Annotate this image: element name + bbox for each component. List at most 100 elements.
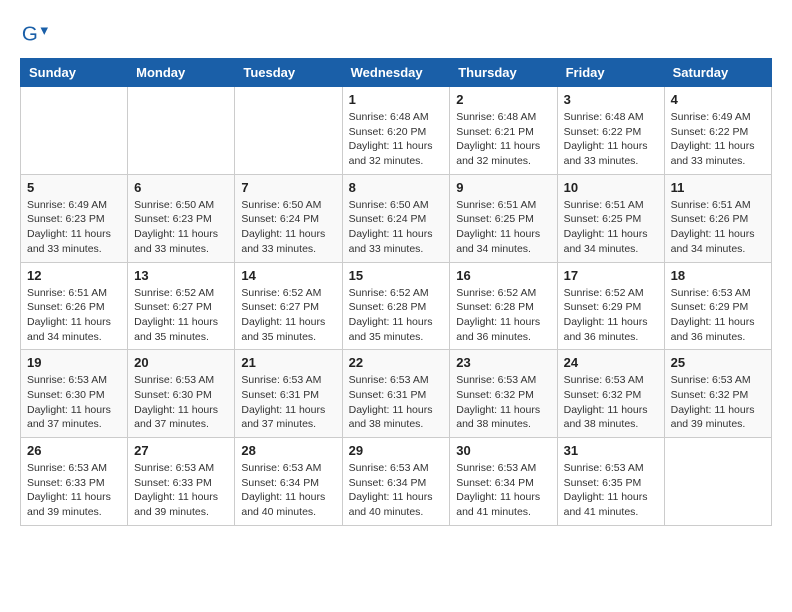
day-number: 16	[456, 268, 550, 283]
day-cell-28: 28 Sunrise: 6:53 AM Sunset: 6:34 PM Dayli…	[235, 438, 342, 526]
week-row-2: 5 Sunrise: 6:49 AM Sunset: 6:23 PM Daylig…	[21, 174, 772, 262]
day-number: 28	[241, 443, 335, 458]
day-cell-20: 20 Sunrise: 6:53 AM Sunset: 6:30 PM Dayli…	[128, 350, 235, 438]
day-info: Sunrise: 6:53 AM Sunset: 6:35 PM Dayligh…	[564, 461, 658, 520]
day-cell-1: 1 Sunrise: 6:48 AM Sunset: 6:20 PM Daylig…	[342, 87, 450, 175]
day-number: 27	[134, 443, 228, 458]
day-number: 7	[241, 180, 335, 195]
day-number: 29	[349, 443, 444, 458]
col-header-saturday: Saturday	[664, 59, 771, 87]
day-info: Sunrise: 6:53 AM Sunset: 6:32 PM Dayligh…	[456, 373, 550, 432]
col-header-friday: Friday	[557, 59, 664, 87]
day-cell-22: 22Sunrise: 6:53 AM Sunset: 6:31 PM Dayli…	[342, 350, 450, 438]
day-info: Sunrise: 6:53 AM Sunset: 6:30 PM Dayligh…	[134, 373, 228, 432]
day-info: Sunrise: 6:53 AM Sunset: 6:33 PM Dayligh…	[134, 461, 228, 520]
day-info: Sunrise: 6:53 AM Sunset: 6:31 PM Dayligh…	[241, 373, 335, 432]
day-cell-13: 13 Sunrise: 6:52 AM Sunset: 6:27 PM Dayli…	[128, 262, 235, 350]
day-info: Sunrise: 6:53 AM Sunset: 6:29 PM Dayligh…	[671, 286, 765, 345]
col-header-tuesday: Tuesday	[235, 59, 342, 87]
day-cell-3: 3 Sunrise: 6:48 AM Sunset: 6:22 PM Daylig…	[557, 87, 664, 175]
day-cell-6: 6 Sunrise: 6:50 AM Sunset: 6:23 PM Daylig…	[128, 174, 235, 262]
day-cell-8: 8Sunrise: 6:50 AM Sunset: 6:24 PM Daylig…	[342, 174, 450, 262]
day-cell-19: 19 Sunrise: 6:53 AM Sunset: 6:30 PM Dayli…	[21, 350, 128, 438]
day-cell-14: 14Sunrise: 6:52 AM Sunset: 6:27 PM Dayli…	[235, 262, 342, 350]
empty-cell	[235, 87, 342, 175]
day-info: Sunrise: 6:49 AM Sunset: 6:22 PM Dayligh…	[671, 110, 765, 169]
page-header: G	[20, 20, 772, 48]
day-info: Sunrise: 6:50 AM Sunset: 6:24 PM Dayligh…	[241, 198, 335, 257]
day-cell-30: 30 Sunrise: 6:53 AM Sunset: 6:34 PM Dayli…	[450, 438, 557, 526]
day-info: Sunrise: 6:52 AM Sunset: 6:28 PM Dayligh…	[456, 286, 550, 345]
day-info: Sunrise: 6:52 AM Sunset: 6:27 PM Dayligh…	[241, 286, 335, 345]
day-number: 5	[27, 180, 121, 195]
day-number: 6	[134, 180, 228, 195]
day-number: 1	[349, 92, 444, 107]
day-info: Sunrise: 6:52 AM Sunset: 6:29 PM Dayligh…	[564, 286, 658, 345]
day-info: Sunrise: 6:53 AM Sunset: 6:34 PM Dayligh…	[456, 461, 550, 520]
day-cell-7: 7 Sunrise: 6:50 AM Sunset: 6:24 PM Daylig…	[235, 174, 342, 262]
day-number: 2	[456, 92, 550, 107]
day-info: Sunrise: 6:51 AM Sunset: 6:26 PM Dayligh…	[671, 198, 765, 257]
col-header-thursday: Thursday	[450, 59, 557, 87]
week-row-4: 19 Sunrise: 6:53 AM Sunset: 6:30 PM Dayli…	[21, 350, 772, 438]
day-number: 10	[564, 180, 658, 195]
col-header-monday: Monday	[128, 59, 235, 87]
day-info: Sunrise: 6:49 AM Sunset: 6:23 PM Dayligh…	[27, 198, 121, 257]
day-info: Sunrise: 6:51 AM Sunset: 6:26 PM Dayligh…	[27, 286, 121, 345]
day-info: Sunrise: 6:53 AM Sunset: 6:34 PM Dayligh…	[349, 461, 444, 520]
svg-text:G: G	[22, 23, 38, 46]
day-cell-4: 4 Sunrise: 6:49 AM Sunset: 6:22 PM Daylig…	[664, 87, 771, 175]
day-cell-10: 10 Sunrise: 6:51 AM Sunset: 6:25 PM Dayli…	[557, 174, 664, 262]
day-info: Sunrise: 6:53 AM Sunset: 6:32 PM Dayligh…	[564, 373, 658, 432]
day-info: Sunrise: 6:53 AM Sunset: 6:32 PM Dayligh…	[671, 373, 765, 432]
day-number: 11	[671, 180, 765, 195]
day-info: Sunrise: 6:51 AM Sunset: 6:25 PM Dayligh…	[456, 198, 550, 257]
day-number: 15	[349, 268, 444, 283]
day-cell-15: 15Sunrise: 6:52 AM Sunset: 6:28 PM Dayli…	[342, 262, 450, 350]
empty-cell	[128, 87, 235, 175]
day-number: 23	[456, 355, 550, 370]
week-row-3: 12 Sunrise: 6:51 AM Sunset: 6:26 PM Dayli…	[21, 262, 772, 350]
empty-cell	[21, 87, 128, 175]
header-row: SundayMondayTuesdayWednesdayThursdayFrid…	[21, 59, 772, 87]
day-info: Sunrise: 6:50 AM Sunset: 6:23 PM Dayligh…	[134, 198, 228, 257]
day-number: 20	[134, 355, 228, 370]
day-number: 3	[564, 92, 658, 107]
day-number: 17	[564, 268, 658, 283]
day-number: 26	[27, 443, 121, 458]
day-cell-12: 12 Sunrise: 6:51 AM Sunset: 6:26 PM Dayli…	[21, 262, 128, 350]
day-number: 22	[349, 355, 444, 370]
day-info: Sunrise: 6:53 AM Sunset: 6:30 PM Dayligh…	[27, 373, 121, 432]
day-info: Sunrise: 6:50 AM Sunset: 6:24 PM Dayligh…	[349, 198, 444, 257]
day-info: Sunrise: 6:53 AM Sunset: 6:34 PM Dayligh…	[241, 461, 335, 520]
day-number: 25	[671, 355, 765, 370]
day-cell-11: 11 Sunrise: 6:51 AM Sunset: 6:26 PM Dayli…	[664, 174, 771, 262]
day-number: 30	[456, 443, 550, 458]
day-cell-17: 17 Sunrise: 6:52 AM Sunset: 6:29 PM Dayli…	[557, 262, 664, 350]
day-number: 12	[27, 268, 121, 283]
day-info: Sunrise: 6:52 AM Sunset: 6:27 PM Dayligh…	[134, 286, 228, 345]
col-header-sunday: Sunday	[21, 59, 128, 87]
day-cell-24: 24 Sunrise: 6:53 AM Sunset: 6:32 PM Dayli…	[557, 350, 664, 438]
day-number: 4	[671, 92, 765, 107]
day-cell-5: 5 Sunrise: 6:49 AM Sunset: 6:23 PM Daylig…	[21, 174, 128, 262]
day-cell-16: 16 Sunrise: 6:52 AM Sunset: 6:28 PM Dayli…	[450, 262, 557, 350]
day-number: 18	[671, 268, 765, 283]
day-info: Sunrise: 6:48 AM Sunset: 6:22 PM Dayligh…	[564, 110, 658, 169]
week-row-1: 1 Sunrise: 6:48 AM Sunset: 6:20 PM Daylig…	[21, 87, 772, 175]
day-number: 24	[564, 355, 658, 370]
col-header-wednesday: Wednesday	[342, 59, 450, 87]
day-cell-31: 31 Sunrise: 6:53 AM Sunset: 6:35 PM Dayli…	[557, 438, 664, 526]
day-info: Sunrise: 6:51 AM Sunset: 6:25 PM Dayligh…	[564, 198, 658, 257]
week-row-5: 26 Sunrise: 6:53 AM Sunset: 6:33 PM Dayli…	[21, 438, 772, 526]
day-number: 13	[134, 268, 228, 283]
empty-cell	[664, 438, 771, 526]
day-number: 9	[456, 180, 550, 195]
day-info: Sunrise: 6:48 AM Sunset: 6:20 PM Dayligh…	[349, 110, 444, 169]
logo-icon: G	[20, 20, 48, 48]
day-number: 31	[564, 443, 658, 458]
day-cell-2: 2Sunrise: 6:48 AM Sunset: 6:21 PM Daylig…	[450, 87, 557, 175]
day-cell-27: 27 Sunrise: 6:53 AM Sunset: 6:33 PM Dayli…	[128, 438, 235, 526]
day-number: 19	[27, 355, 121, 370]
day-cell-29: 29 Sunrise: 6:53 AM Sunset: 6:34 PM Dayli…	[342, 438, 450, 526]
